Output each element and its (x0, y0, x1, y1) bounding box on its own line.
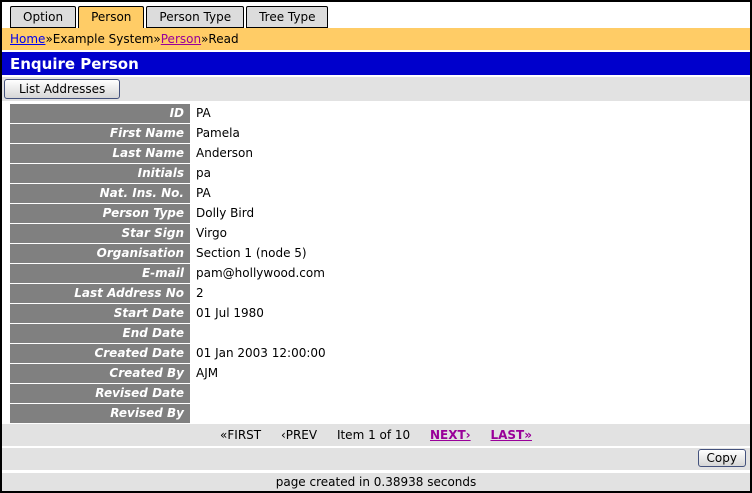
field-row-start-date: Start Date 01 Jul 1980 (2, 304, 750, 324)
field-value: 01 Jul 1980 (196, 306, 264, 320)
field-label: Created Date (10, 344, 190, 363)
field-value: Dolly Bird (196, 206, 255, 220)
field-row-person-type: Person Type Dolly Bird (2, 204, 750, 224)
field-row-organisation: Organisation Section 1 (node 5) (2, 244, 750, 264)
pagination-last-link[interactable]: LAST» (490, 428, 532, 442)
breadcrumb-item-example-system: Example System (52, 32, 154, 46)
field-label: Last Address No (10, 284, 190, 303)
record-detail-table: ID PA First Name Pamela Last Name Anders… (2, 101, 750, 424)
pagination-bar: «FIRST ‹PREV Item 1 of 10 NEXT› LAST» (2, 424, 750, 446)
field-value: PA (196, 106, 211, 120)
breadcrumb-separator: » (153, 32, 161, 46)
field-label: Organisation (10, 244, 190, 263)
field-label: Revised By (10, 404, 190, 423)
field-row-id: ID PA (2, 104, 750, 124)
breadcrumb-item-read: Read (208, 32, 239, 46)
app-window: Option Person Person Type Tree Type Home… (0, 0, 752, 493)
field-row-initials: Initials pa (2, 164, 750, 184)
field-value: 2 (196, 286, 204, 300)
field-value: 01 Jan 2003 12:00:00 (196, 346, 326, 360)
page-generation-time: page created in 0.38938 seconds (2, 473, 750, 491)
field-row-created-by: Created By AJM (2, 364, 750, 384)
field-row-end-date: End Date (2, 324, 750, 344)
field-value: pam@hollywood.com (196, 266, 325, 280)
breadcrumb: Home»Example System»Person»Read (2, 28, 750, 50)
field-value: Virgo (196, 226, 227, 240)
breadcrumb-link-home[interactable]: Home (10, 32, 45, 46)
copy-button[interactable]: Copy (697, 449, 746, 467)
field-row-created-date: Created Date 01 Jan 2003 12:00:00 (2, 344, 750, 364)
field-value (190, 324, 196, 326)
tab-bar: Option Person Person Type Tree Type (2, 2, 750, 28)
field-row-nat-ins-no: Nat. Ins. No. PA (2, 184, 750, 204)
field-label: Star Sign (10, 224, 190, 243)
tab-tree-type[interactable]: Tree Type (246, 6, 329, 28)
field-row-star-sign: Star Sign Virgo (2, 224, 750, 244)
field-value: Pamela (196, 126, 240, 140)
field-label: Start Date (10, 304, 190, 323)
field-value (190, 404, 196, 406)
breadcrumb-link-person[interactable]: Person (161, 32, 201, 46)
copy-bar: Copy (2, 448, 750, 470)
field-label: Person Type (10, 204, 190, 223)
breadcrumb-separator: » (45, 32, 53, 46)
tab-person[interactable]: Person (78, 6, 145, 28)
field-row-first-name: First Name Pamela (2, 124, 750, 144)
field-label: First Name (10, 124, 190, 143)
pagination-prev-disabled: ‹PREV (280, 428, 318, 442)
field-value: AJM (196, 366, 219, 380)
field-label: Last Name (10, 144, 190, 163)
pagination-next-link[interactable]: NEXT› (430, 428, 471, 442)
field-label: End Date (10, 324, 190, 343)
field-value (190, 384, 196, 386)
toolbar: List Addresses (2, 77, 750, 101)
tab-option[interactable]: Option (10, 6, 77, 28)
field-row-last-name: Last Name Anderson (2, 144, 750, 164)
field-value: Anderson (196, 146, 253, 160)
field-label: Nat. Ins. No. (10, 184, 190, 203)
field-label: Revised Date (10, 384, 190, 403)
field-label: E-mail (10, 264, 190, 283)
field-label: Initials (10, 164, 190, 183)
field-row-email: E-mail pam@hollywood.com (2, 264, 750, 284)
field-value: PA (196, 186, 211, 200)
page-title: Enquire Person (2, 52, 750, 75)
field-row-revised-by: Revised By (2, 404, 750, 424)
tab-person-type[interactable]: Person Type (146, 6, 245, 28)
pagination-first-disabled: «FIRST (220, 428, 262, 442)
list-addresses-button[interactable]: List Addresses (4, 79, 121, 99)
field-value: Section 1 (node 5) (196, 246, 307, 260)
pagination-status: Item 1 of 10 (336, 428, 411, 442)
field-label: ID (10, 104, 190, 123)
field-row-revised-date: Revised Date (2, 384, 750, 404)
field-row-last-address-no: Last Address No 2 (2, 284, 750, 304)
field-label: Created By (10, 364, 190, 383)
field-value: pa (196, 166, 211, 180)
